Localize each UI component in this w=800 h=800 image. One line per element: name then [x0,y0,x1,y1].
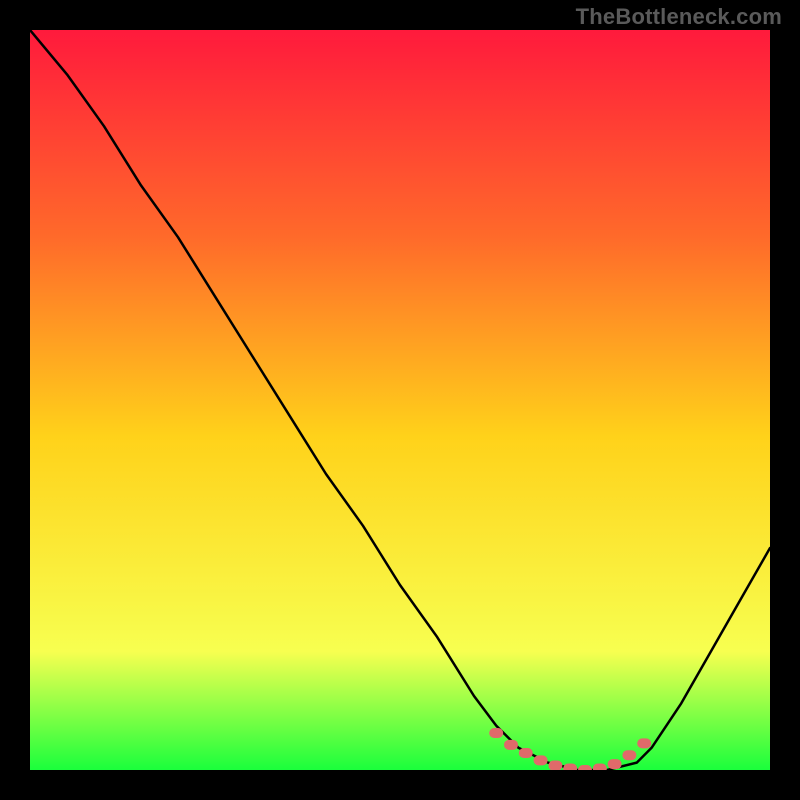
valley-marker [608,759,622,769]
valley-marker [622,750,636,760]
valley-marker [548,761,562,770]
valley-marker [504,740,518,750]
valley-marker [489,728,503,738]
valley-marker [534,755,548,765]
valley-marker [593,764,607,770]
plot-svg [30,30,770,770]
plot-area [30,30,770,770]
gradient-background [30,30,770,770]
valley-marker [563,764,577,770]
valley-marker [637,738,651,748]
valley-marker [519,748,533,758]
chart-stage: TheBottleneck.com [0,0,800,800]
watermark-text: TheBottleneck.com [576,4,782,30]
